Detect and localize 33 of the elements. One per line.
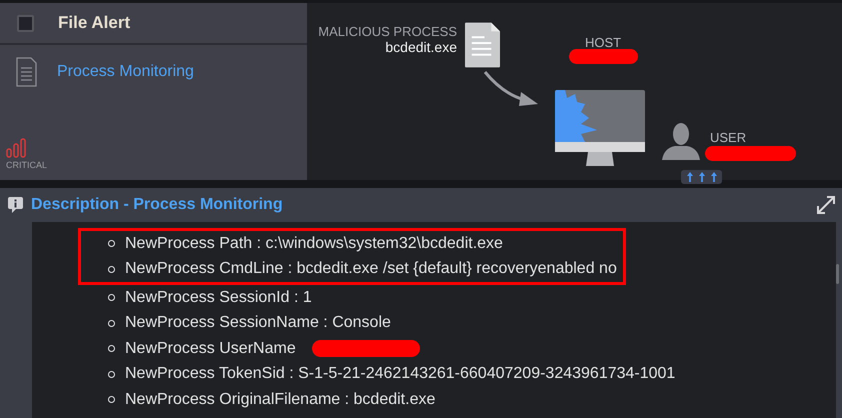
- document-icon: [16, 57, 37, 87]
- host-label: HOST: [585, 35, 622, 50]
- process-label: MALICIOUS PROCESS: [318, 24, 457, 39]
- detail-text: NewProcess TokenSid : S-1-5-21-2462143261-660407209-3243961734-1001: [125, 365, 676, 384]
- severity-label: CRITICAL: [6, 160, 48, 170]
- document-icon: [465, 22, 500, 68]
- panel-title: Description - Process Monitoring: [31, 196, 284, 214]
- arrow-icon: [483, 70, 539, 108]
- bullet-icon: [108, 396, 115, 404]
- info-icon: [8, 197, 23, 213]
- bullet-icon: [108, 370, 115, 378]
- up-arrows-icon: [686, 172, 718, 182]
- detail-text: NewProcess SessionName : Console: [125, 314, 391, 332]
- checkbox[interactable]: [17, 14, 34, 32]
- detail-text: NewProcess SessionId : 1: [125, 288, 312, 307]
- process-monitoring-link[interactable]: Process Monitoring: [57, 63, 194, 81]
- scrollbar[interactable]: [836, 264, 839, 284]
- computer-icon: [555, 90, 645, 167]
- alert-title: File Alert: [58, 13, 130, 33]
- detail-text: NewProcess CmdLine : bcdedit.exe /set {default} recoveryenabled no: [125, 260, 617, 278]
- process-name: bcdedit.exe: [385, 39, 457, 55]
- expand-icon[interactable]: [816, 195, 836, 215]
- user-label: USER: [710, 130, 746, 145]
- bullet-icon: [108, 345, 115, 352]
- bullet-icon: [108, 294, 115, 302]
- bullet-icon: [108, 266, 115, 273]
- detail-text: NewProcess OriginalFilename : bcdedit.exe: [125, 390, 436, 409]
- detail-text: NewProcess Path : c:\windows\system32\bcdedit.exe: [125, 234, 503, 253]
- detail-text: NewProcess UserName: [125, 340, 296, 358]
- user-icon: [662, 123, 700, 160]
- bullet-icon: [108, 240, 115, 248]
- severity-icon: [6, 138, 26, 158]
- bullet-icon: [108, 320, 115, 327]
